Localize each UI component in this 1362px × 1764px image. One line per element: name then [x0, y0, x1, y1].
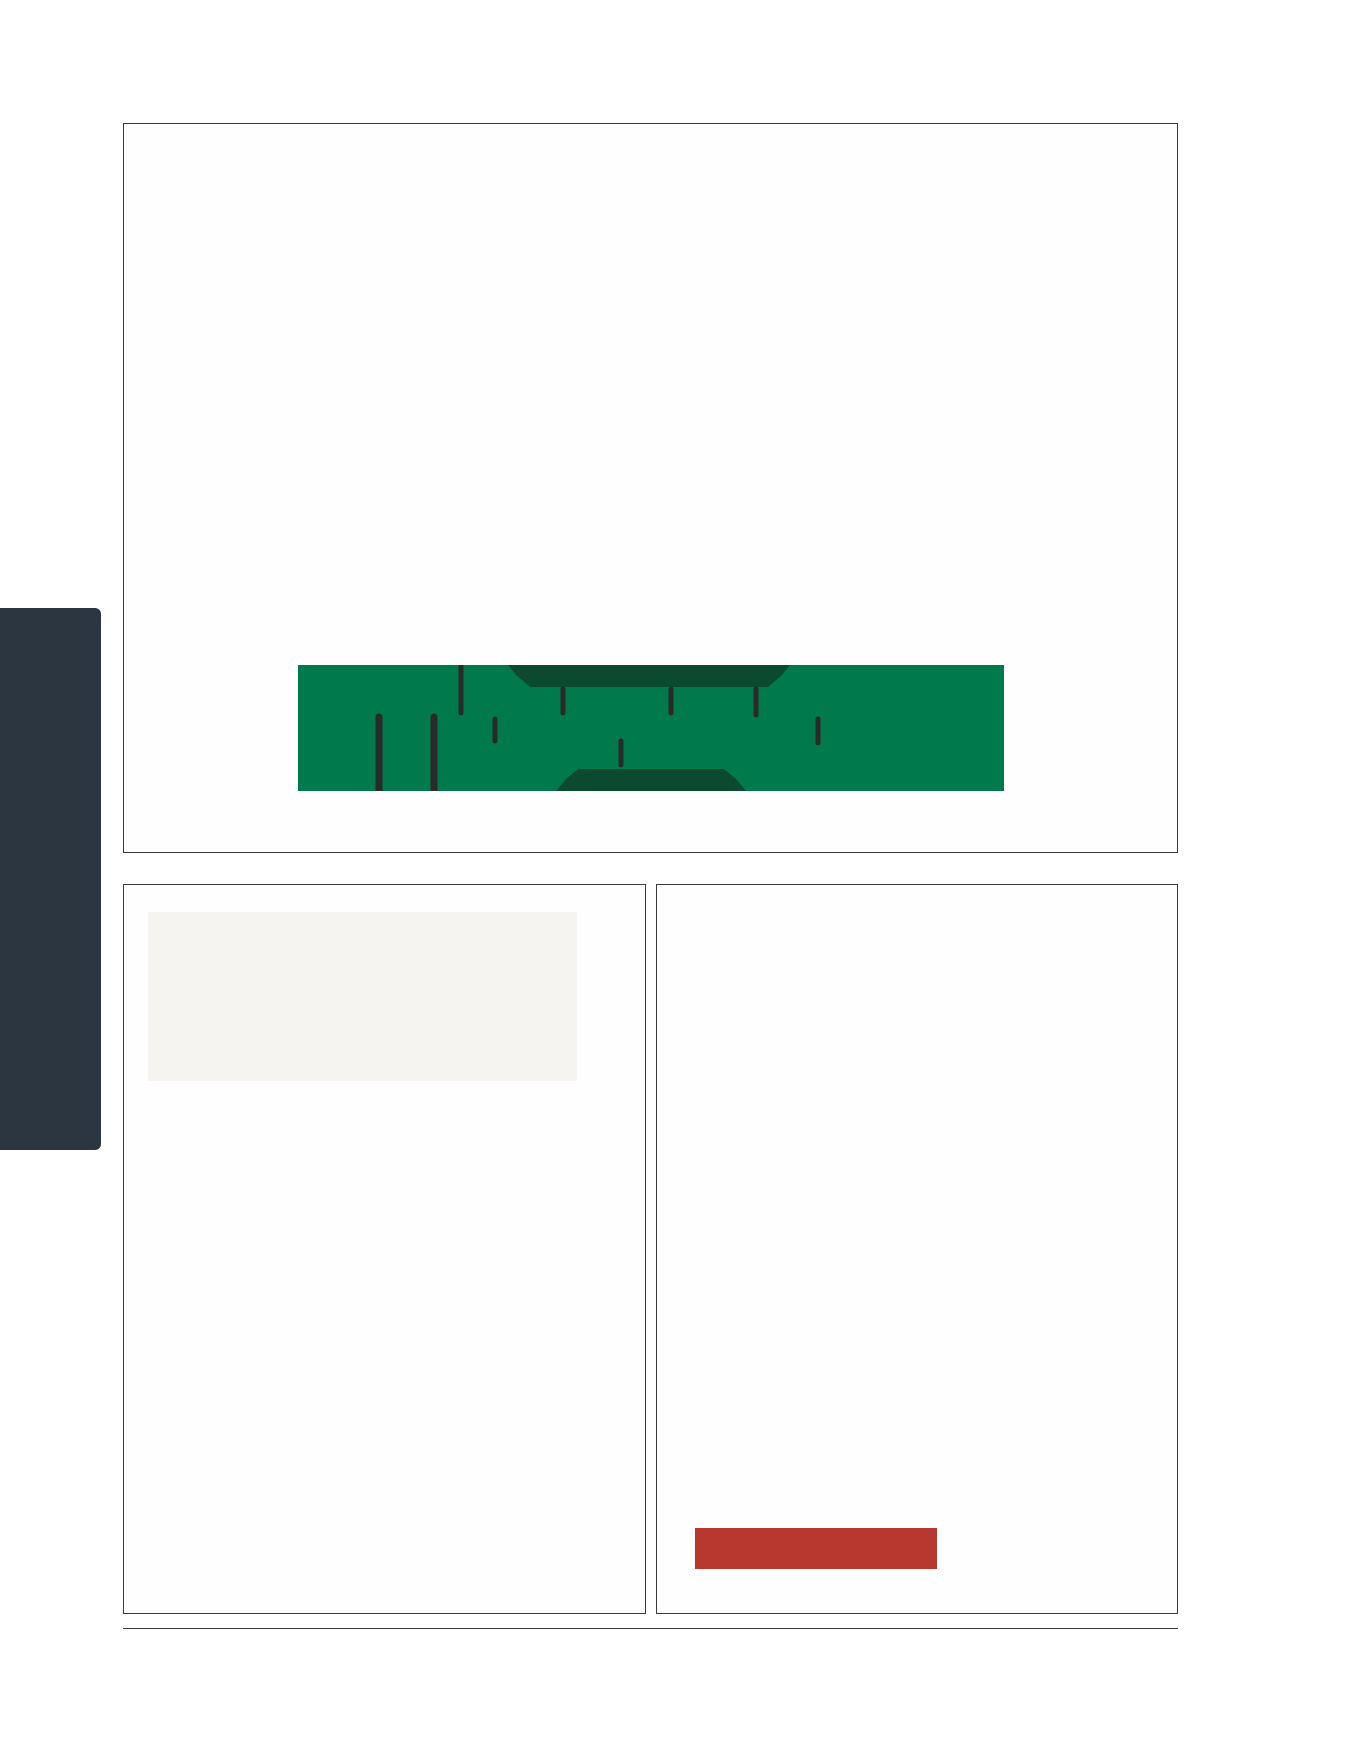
- side-tab-marker: [0, 608, 101, 1150]
- bottom-right-frame: [656, 884, 1178, 1614]
- banner-graphic-svg: [298, 665, 1004, 791]
- top-figure-frame: [123, 123, 1178, 853]
- banner-bottom-band: [556, 769, 746, 791]
- grey-panel: [148, 912, 577, 1081]
- footer-rule: [123, 1628, 1178, 1629]
- red-bar: [695, 1528, 937, 1569]
- green-banner-graphic: [298, 665, 1004, 791]
- bottom-left-frame: [123, 884, 646, 1614]
- banner-top-band: [508, 665, 790, 687]
